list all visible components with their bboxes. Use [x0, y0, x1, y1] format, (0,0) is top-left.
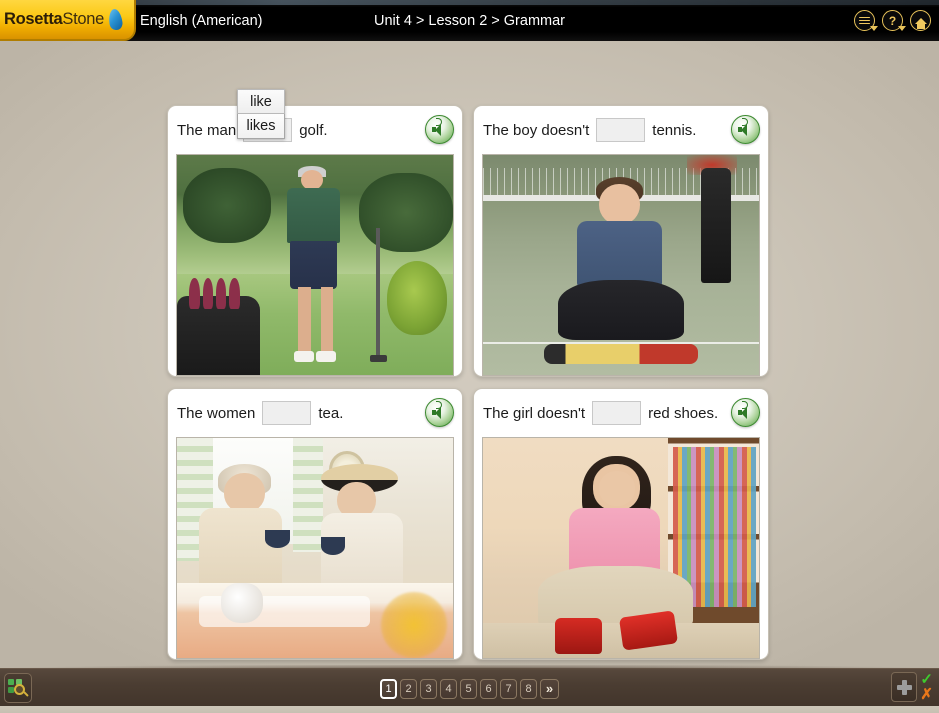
sentence-before: The man [177, 121, 237, 139]
bottom-bar: 1 2 3 4 5 6 7 8 » ✓ ✗ [0, 665, 939, 708]
pagination: 1 2 3 4 5 6 7 8 » [0, 669, 939, 708]
page-button-8[interactable]: 8 [520, 678, 537, 699]
help-question-glyph: ? [888, 13, 897, 28]
sentence-after: red shoes. [648, 404, 719, 422]
answer-dropdown[interactable]: like likes [237, 89, 285, 139]
card-photo-women-tea[interactable] [176, 437, 454, 659]
footer-right-controls: ✓ ✗ [891, 672, 933, 702]
sentence-row: The boy doesn't tennis. [474, 106, 768, 154]
photo-tennis-scene [483, 155, 759, 375]
logo-wordmark: RosettaStone [4, 10, 104, 29]
answer-blank[interactable] [592, 401, 642, 425]
exercise-card-man-golf[interactable]: The man golf. [167, 105, 463, 377]
sentence-row: The women tea. [168, 389, 462, 437]
exercise-grid: The man golf. The boy doesn't tennis. Th… [167, 105, 771, 660]
dropdown-option-likes[interactable]: likes [237, 114, 285, 139]
app-stage: RosettaStone English (American) Unit 4 >… [0, 0, 939, 713]
sentence-before: The women [177, 404, 256, 422]
page-button-7[interactable]: 7 [500, 678, 517, 699]
logo-stone-text: Stone [62, 10, 105, 28]
card-photo-man-golf[interactable] [176, 154, 454, 376]
chevron-down-icon [898, 26, 906, 31]
card-photo-girl-shoes[interactable] [482, 437, 760, 659]
house-glyph [914, 17, 927, 29]
sentence-after: tennis. [652, 121, 697, 139]
home-icon[interactable] [910, 10, 931, 31]
menu-lines [859, 15, 870, 26]
plus-glyph [896, 679, 912, 695]
answer-blank[interactable] [262, 401, 312, 425]
menu-list-icon[interactable] [854, 10, 878, 31]
sentence-row: The man golf. [168, 106, 462, 154]
page-button-4[interactable]: 4 [440, 678, 457, 699]
next-page-button[interactable]: » [540, 678, 559, 699]
sentence-after: golf. [299, 121, 328, 139]
page-button-3[interactable]: 3 [420, 678, 437, 699]
card-photo-boy-tennis[interactable] [482, 154, 760, 376]
check-mark-icon: ✓ [920, 670, 933, 688]
top-bar-icon-group: ? [854, 0, 931, 41]
chevron-down-icon [870, 26, 878, 31]
speaker-icon[interactable] [731, 398, 760, 427]
rosetta-stone-logo[interactable]: RosettaStone [0, 0, 136, 41]
score-marks: ✓ ✗ [920, 670, 933, 703]
speaker-icon[interactable] [425, 115, 454, 144]
photo-tea-scene [177, 438, 453, 658]
language-label: English (American) [140, 12, 263, 29]
sentence-before: The girl doesn't [483, 404, 586, 422]
dropdown-option-like[interactable]: like [237, 89, 285, 114]
logo-rosetta-text: Rosetta [4, 10, 63, 28]
sentence-after: tea. [318, 404, 344, 422]
bottom-edge-strip [0, 706, 939, 713]
photo-golf-scene [177, 155, 453, 375]
cross-mark-icon: ✗ [920, 685, 933, 703]
answer-blank[interactable] [596, 118, 646, 142]
sentence-before: The boy doesn't [483, 121, 590, 139]
photo-girl-scene [483, 438, 759, 658]
page-button-5[interactable]: 5 [460, 678, 477, 699]
plus-icon[interactable] [891, 672, 918, 702]
exercise-card-girl-shoes[interactable]: The girl doesn't red shoes. [473, 388, 769, 660]
speaker-icon[interactable] [731, 115, 760, 144]
sentence-row: The girl doesn't red shoes. [474, 389, 768, 437]
page-button-2[interactable]: 2 [400, 678, 417, 699]
stone-glyph-icon [107, 8, 124, 31]
speaker-icon[interactable] [425, 398, 454, 427]
page-button-1[interactable]: 1 [380, 678, 397, 699]
page-button-6[interactable]: 6 [480, 678, 497, 699]
exercise-card-women-tea[interactable]: The women tea. [167, 388, 463, 660]
help-icon[interactable]: ? [882, 10, 906, 31]
exercise-card-boy-tennis[interactable]: The boy doesn't tennis. [473, 105, 769, 377]
top-bar: RosettaStone English (American) Unit 4 >… [0, 0, 939, 41]
